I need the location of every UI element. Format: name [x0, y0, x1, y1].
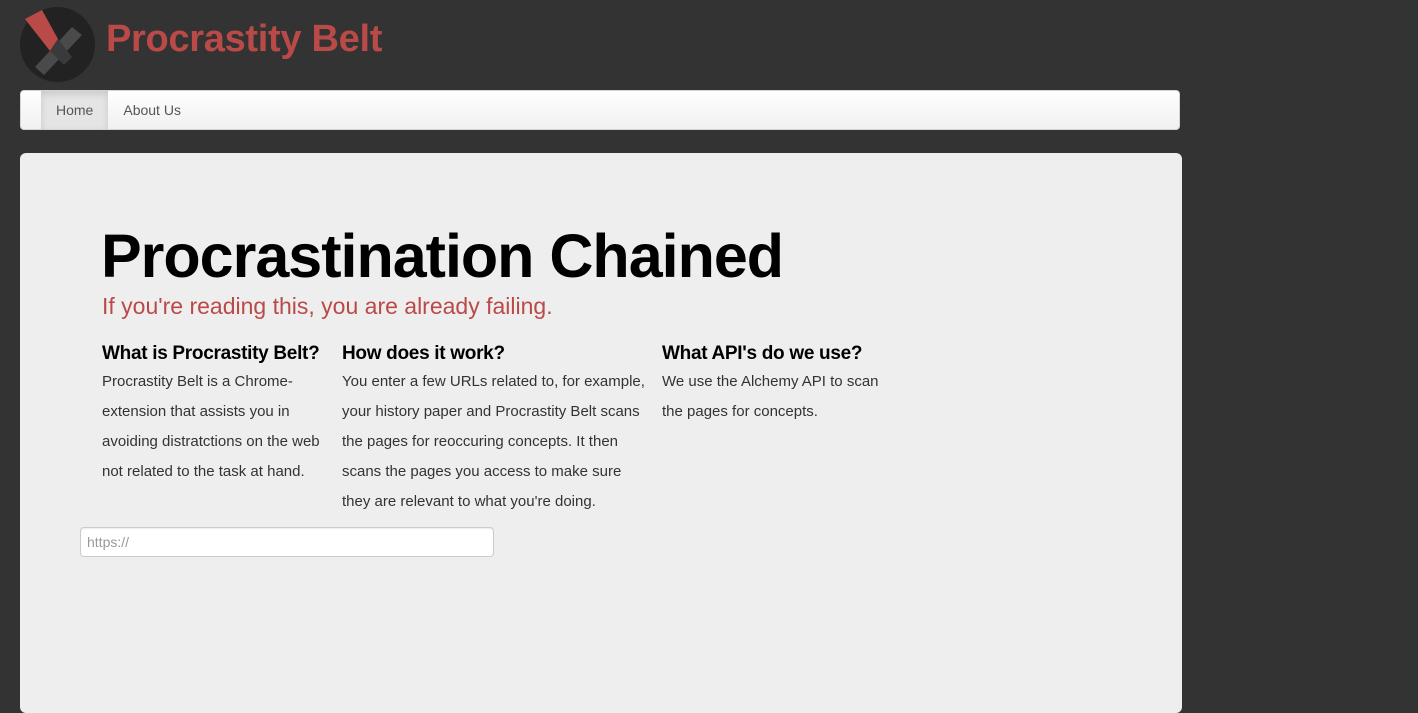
nav-item-home[interactable]: Home [41, 91, 109, 129]
nav-item-about-us[interactable]: About Us [108, 91, 196, 129]
hero-panel: Procrastination Chained If you're readin… [20, 153, 1182, 713]
column-heading: What API's do we use? [662, 343, 863, 364]
info-column-api: What API's do we use? We use the Alchemy… [662, 343, 892, 427]
url-input[interactable] [80, 527, 494, 557]
column-body: You enter a few URLs related to, for exa… [342, 373, 645, 510]
page-subtitle: If you're reading this, you are already … [102, 293, 553, 319]
navbar: Home About Us [20, 90, 1180, 130]
info-column-what: What is Procrastity Belt? Procrastity Be… [102, 343, 328, 487]
column-heading: What is Procrastity Belt? [102, 343, 320, 364]
page-title: Procrastination Chained [101, 222, 784, 290]
chain-logo-icon[interactable] [20, 6, 95, 82]
nav-menu: Home About Us [41, 91, 1179, 129]
column-body: We use the Alchemy API to scan the pages… [662, 373, 879, 420]
column-body: Procrastity Belt is a Chrome-extension t… [102, 373, 320, 480]
site-header: Procrastity Belt [20, 6, 382, 82]
info-column-how: How does it work? You enter a few URLs r… [342, 343, 647, 517]
brand-title[interactable]: Procrastity Belt [106, 18, 382, 61]
column-heading: How does it work? [342, 343, 505, 364]
